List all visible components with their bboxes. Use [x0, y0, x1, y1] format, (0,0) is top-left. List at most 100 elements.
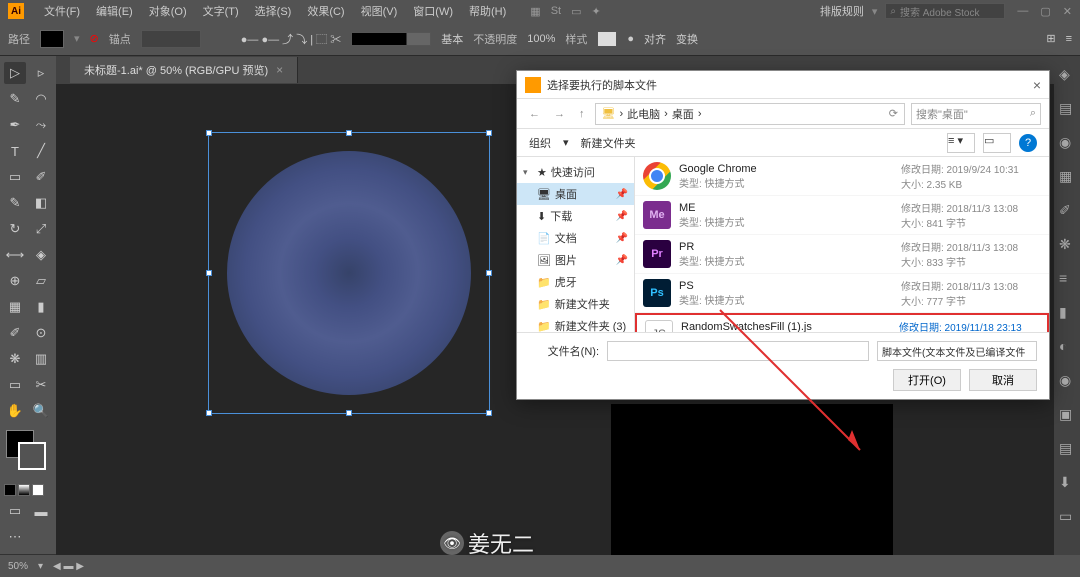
width-tool[interactable]: ⟷	[4, 244, 26, 266]
panel-menu-icon[interactable]: ≡	[1066, 33, 1072, 45]
handle-top-left[interactable]	[206, 130, 212, 136]
gradient-tool[interactable]: ▮	[30, 296, 52, 318]
rectangle-tool[interactable]: ▭	[4, 166, 26, 188]
menu-edit[interactable]: 编辑(E)	[88, 3, 141, 19]
file-filter-dropdown[interactable]: 脚本文件(文本文件及已编译文件	[877, 341, 1037, 361]
color-panel-icon[interactable]: ◉	[1059, 134, 1075, 150]
selection-bounds[interactable]	[208, 132, 490, 414]
sidebar-huya[interactable]: 📁虎牙	[517, 271, 634, 293]
handle-top-right[interactable]	[486, 130, 492, 136]
menu-help[interactable]: 帮助(H)	[461, 3, 514, 19]
curvature-tool[interactable]: ⤳	[30, 114, 52, 136]
file-row[interactable]: MeME类型: 快捷方式修改日期: 2018/11/3 13:08大小: 841…	[635, 196, 1049, 235]
handle-top-center[interactable]	[346, 130, 352, 136]
none-mode-icon[interactable]	[32, 484, 44, 496]
organize-button[interactable]: 组织	[529, 135, 551, 151]
file-row[interactable]: JSRandomSwatchesFill (1).js类型: JavaScrip…	[635, 313, 1049, 332]
free-transform-tool[interactable]: ◈	[30, 244, 52, 266]
appearance-panel-icon[interactable]: ◉	[1059, 372, 1075, 388]
view-mode-button[interactable]: ≡ ▾	[947, 133, 975, 153]
sidebar-documents[interactable]: 📄文档📌	[517, 227, 634, 249]
nav-forward-icon[interactable]: →	[550, 108, 569, 120]
menu-select[interactable]: 选择(S)	[247, 3, 300, 19]
shape-builder-tool[interactable]: ⊕	[4, 270, 26, 292]
scale-tool[interactable]: ⤢	[30, 218, 52, 240]
help-icon[interactable]: ?	[1019, 134, 1037, 152]
transparency-panel-icon[interactable]: ◐	[1059, 338, 1075, 354]
gpu-icon[interactable]: ✦	[592, 5, 601, 18]
paintbrush-tool[interactable]: ✐	[30, 166, 52, 188]
stock-icon[interactable]: St	[551, 5, 561, 18]
fill-stroke-control[interactable]	[4, 430, 52, 474]
stroke-profile[interactable]	[351, 32, 431, 46]
stroke-panel-icon[interactable]: ≡	[1059, 270, 1075, 286]
maximize-icon[interactable]: ▢	[1040, 5, 1050, 18]
artboard-nav[interactable]: ◀ ▬ ▶	[53, 561, 84, 572]
handle-bottom-center[interactable]	[346, 410, 352, 416]
menu-object[interactable]: 对象(O)	[141, 3, 195, 19]
dialog-close-icon[interactable]: ×	[1033, 77, 1041, 93]
menu-view[interactable]: 视图(V)	[353, 3, 406, 19]
eraser-tool[interactable]: ◧	[30, 192, 52, 214]
no-fill-icon[interactable]: ⊘	[90, 32, 99, 45]
handle-bottom-right[interactable]	[486, 410, 492, 416]
brushes-panel-icon[interactable]: ✐	[1059, 202, 1075, 218]
menu-effect[interactable]: 效果(C)	[299, 3, 352, 19]
file-row[interactable]: PrPR类型: 快捷方式修改日期: 2018/11/3 13:08大小: 833…	[635, 235, 1049, 274]
open-button[interactable]: 打开(O)	[893, 369, 961, 391]
asset-export-panel-icon[interactable]: ⬇	[1059, 474, 1075, 490]
nav-up-icon[interactable]: ↑	[575, 108, 589, 120]
zoom-tool[interactable]: 🔍	[30, 400, 52, 422]
sidebar-pictures[interactable]: 🖼图片📌	[517, 249, 634, 271]
slice-tool[interactable]: ✂	[30, 374, 52, 396]
shaper-tool[interactable]: ✎	[4, 192, 26, 214]
gradient-mode-icon[interactable]	[18, 484, 30, 496]
zoom-level[interactable]: 50%	[8, 561, 28, 572]
document-tab[interactable]: 未标题-1.ai* @ 50% (RGB/GPU 预览) ×	[70, 57, 298, 83]
artboard-tool[interactable]: ▭	[4, 374, 26, 396]
line-tool[interactable]: ╱	[30, 140, 52, 162]
anchor-dropdown[interactable]	[141, 30, 201, 48]
swatches-panel-icon[interactable]: ▦	[1059, 168, 1075, 184]
tab-close-icon[interactable]: ×	[276, 63, 283, 77]
file-row[interactable]: PsPS类型: 快捷方式修改日期: 2018/11/3 13:08大小: 777…	[635, 274, 1049, 313]
direct-selection-tool[interactable]: ▹	[30, 62, 52, 84]
graph-tool[interactable]: ▥	[30, 348, 52, 370]
rotate-tool[interactable]: ↻	[4, 218, 26, 240]
transform-button[interactable]: 变换	[676, 31, 698, 47]
symbol-sprayer-tool[interactable]: ❋	[4, 348, 26, 370]
blend-tool[interactable]: ⊙	[30, 322, 52, 344]
filename-input[interactable]	[607, 341, 869, 361]
properties-panel-icon[interactable]: ◈	[1059, 66, 1075, 82]
breadcrumb[interactable]: 🖥 › 此电脑 › 桌面 › ⟳	[595, 103, 906, 125]
type-tool[interactable]: T	[4, 140, 26, 162]
selection-tool[interactable]: ▷	[4, 62, 26, 84]
style-swatch[interactable]	[597, 31, 617, 47]
menu-window[interactable]: 窗口(W)	[405, 3, 461, 19]
stock-search[interactable]: ⌕ 搜索 Adobe Stock	[885, 3, 1005, 19]
libraries-panel-icon[interactable]: ▤	[1059, 100, 1075, 116]
align-button[interactable]: 对齐	[644, 31, 666, 47]
artboards-panel-icon[interactable]: ▭	[1059, 508, 1075, 524]
menu-type[interactable]: 文字(T)	[195, 3, 247, 19]
hand-tool[interactable]: ✋	[4, 400, 26, 422]
lasso-tool[interactable]: ◠	[30, 88, 52, 110]
handle-mid-left[interactable]	[206, 270, 212, 276]
opacity-value[interactable]: 100%	[527, 33, 555, 45]
screen-mode-normal[interactable]: ▭	[4, 500, 26, 522]
preview-pane-button[interactable]: ▭	[983, 133, 1011, 153]
bridge-icon[interactable]: ▦	[530, 5, 540, 18]
handle-mid-right[interactable]	[486, 270, 492, 276]
pen-tool[interactable]: ✒	[4, 114, 26, 136]
eyedropper-tool[interactable]: ✐	[4, 322, 26, 344]
perspective-tool[interactable]: ▱	[30, 270, 52, 292]
nav-back-icon[interactable]: ←	[525, 108, 544, 120]
sidebar-downloads[interactable]: ⬇下载📌	[517, 205, 634, 227]
layout-dropdown[interactable]: 排版规则	[820, 3, 864, 19]
screen-mode-full[interactable]: ▬	[30, 500, 52, 522]
handle-bottom-left[interactable]	[206, 410, 212, 416]
magic-wand-tool[interactable]: ✎	[4, 88, 26, 110]
symbols-panel-icon[interactable]: ❋	[1059, 236, 1075, 252]
sidebar-new-folder-3[interactable]: 📁新建文件夹 (3)	[517, 315, 634, 332]
fill-swatch[interactable]	[40, 30, 64, 48]
